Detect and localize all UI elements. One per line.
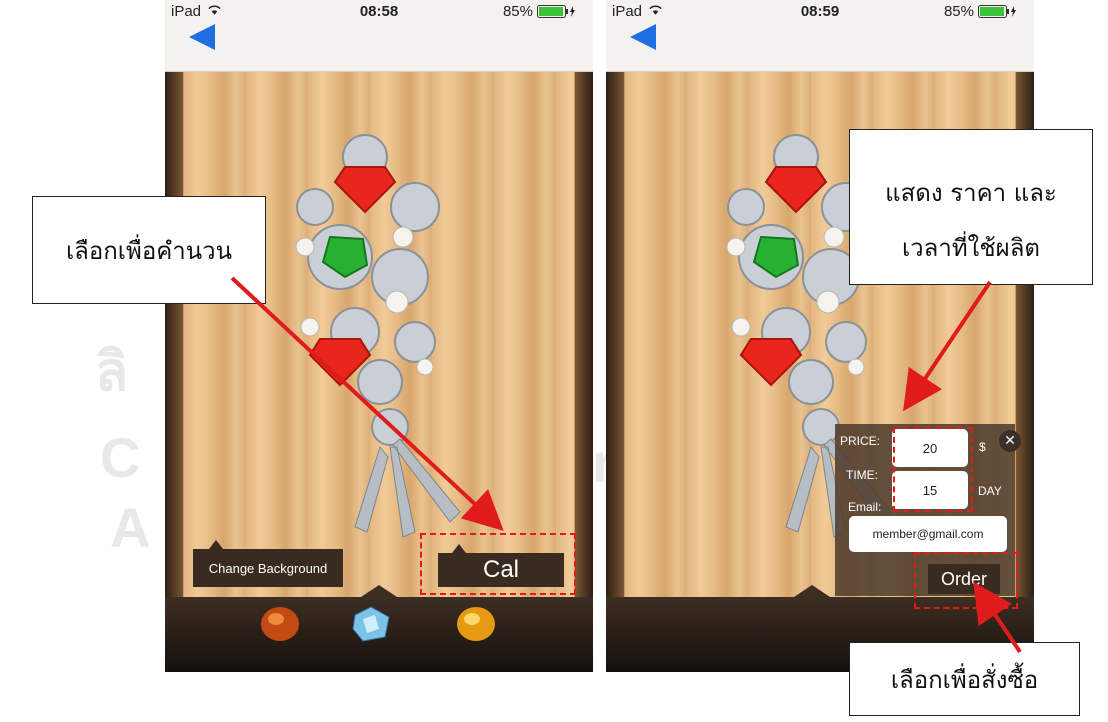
highlight-order-box xyxy=(914,552,1018,609)
highlight-values-box xyxy=(893,427,973,512)
highlight-cal-box xyxy=(420,533,576,595)
change-background-label: Change Background xyxy=(208,560,328,576)
email-field[interactable]: member@gmail.com xyxy=(849,516,1007,552)
watermark-letter: A xyxy=(110,496,151,559)
wood-frame-right xyxy=(575,72,593,597)
email-label: Email: xyxy=(848,500,882,514)
time-label: TIME: xyxy=(846,468,878,482)
annotation-text: เลือกเพื่อคำนวน xyxy=(65,236,233,265)
annotation-text: เลือกเพื่อสั่งซื้อ xyxy=(890,665,1039,694)
battery-charging-icon xyxy=(537,5,575,18)
battery-percent: 85% xyxy=(502,3,533,20)
wood-frame-left xyxy=(606,72,624,597)
back-arrow-icon[interactable] xyxy=(628,22,658,52)
status-bar: iPad 08:58 85% xyxy=(165,0,593,72)
gem-selection-bar xyxy=(165,585,593,672)
gem-orange-icon[interactable] xyxy=(258,605,302,643)
price-label: PRICE: xyxy=(840,434,881,448)
wood-frame-left xyxy=(165,72,183,597)
back-arrow-icon[interactable] xyxy=(187,22,217,52)
annotation-select-to-calculate: เลือกเพื่อคำนวน xyxy=(32,196,266,304)
gem-blue-icon[interactable] xyxy=(349,605,393,643)
battery-charging-icon xyxy=(978,5,1016,18)
battery-percent: 85% xyxy=(943,3,974,20)
change-background-button[interactable]: Change Background xyxy=(193,540,343,587)
gem-yellow-icon[interactable] xyxy=(454,605,498,643)
brooch-jewelry-image[interactable] xyxy=(285,127,485,547)
bar-notch xyxy=(361,585,397,597)
time-unit: DAY xyxy=(978,484,1002,498)
annotation-text-line2: เวลาที่ใช้ผลิต xyxy=(901,234,1041,262)
bar-notch xyxy=(794,585,830,597)
close-icon[interactable]: ✕ xyxy=(999,430,1021,452)
annotation-show-price-time: แสดง ราคา และ เวลาที่ใช้ผลิต xyxy=(849,129,1093,285)
watermark-letter: C xyxy=(100,426,141,489)
status-bar: iPad 08:59 85% xyxy=(606,0,1034,72)
annotation-select-to-order: เลือกเพื่อสั่งซื้อ xyxy=(849,642,1080,716)
canvas-stage xyxy=(165,72,593,597)
price-unit: $ xyxy=(979,440,986,454)
annotation-text-line1: แสดง ราคา และ xyxy=(885,179,1057,207)
watermark-logo-text: ลิ xyxy=(95,342,129,402)
